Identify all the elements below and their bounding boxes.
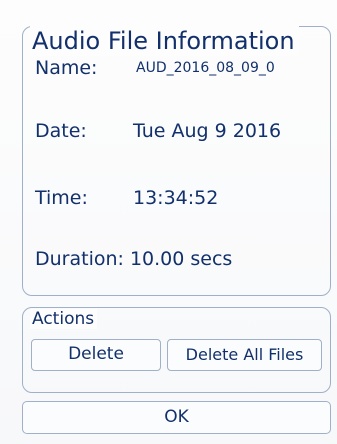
actions-title: Actions bbox=[30, 309, 98, 329]
ok-button[interactable]: OK bbox=[22, 401, 331, 434]
name-label: Name: bbox=[35, 57, 98, 79]
date-value: Tue Aug 9 2016 bbox=[133, 120, 282, 142]
name-value: AUD_2016_08_09_0 bbox=[136, 60, 275, 76]
audio-file-info-screen: Audio File Information Name: AUD_2016_08… bbox=[0, 0, 337, 444]
dialog-title: Audio File Information bbox=[30, 26, 299, 56]
duration-text: Duration: 10.00 secs bbox=[35, 248, 233, 270]
time-label: Time: bbox=[35, 187, 88, 209]
time-value: 13:34:52 bbox=[133, 187, 219, 209]
delete-button[interactable]: Delete bbox=[31, 339, 161, 371]
delete-all-files-button[interactable]: Delete All Files bbox=[167, 339, 322, 371]
date-label: Date: bbox=[35, 120, 87, 142]
